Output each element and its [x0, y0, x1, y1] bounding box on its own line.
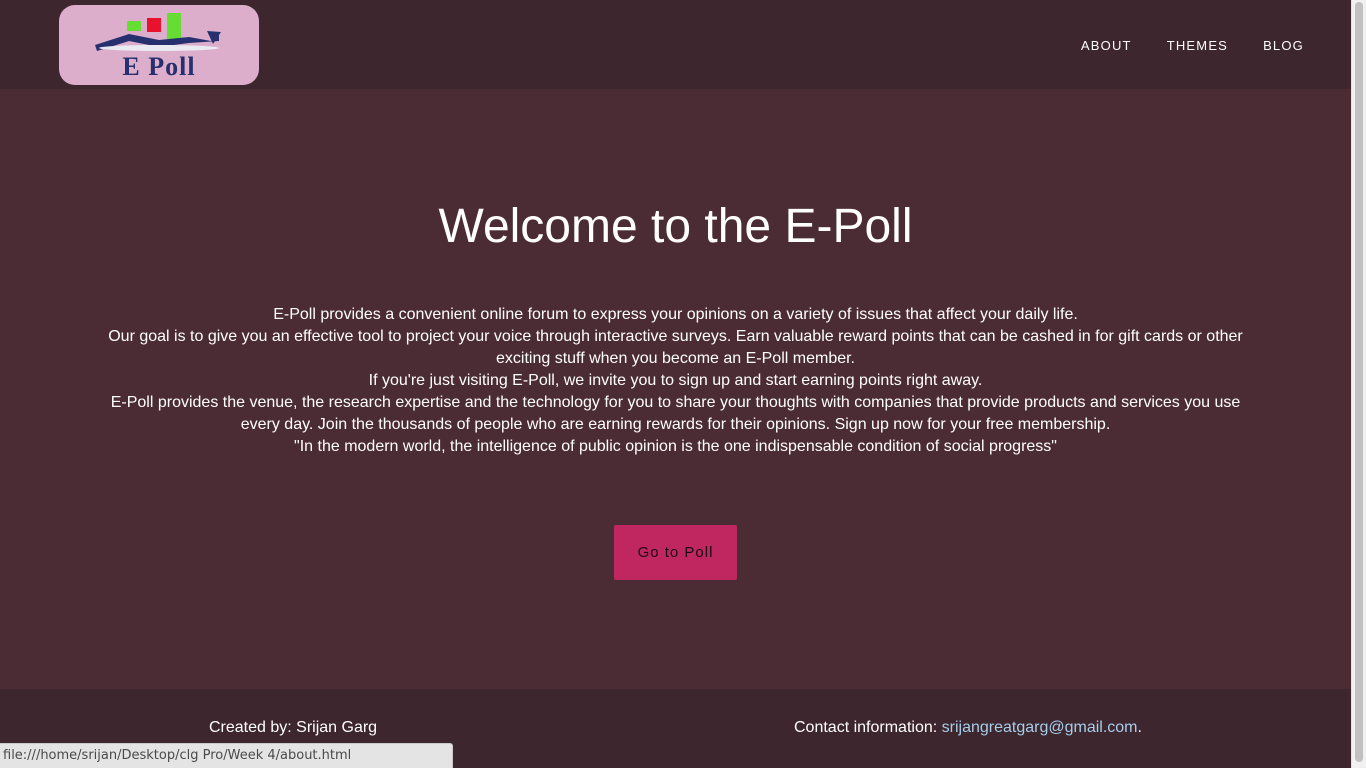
page: E Poll ABOUT THEMES BLOG Welcome to the …: [0, 0, 1366, 768]
hero-section: Welcome to the E-Poll E-Poll provides a …: [0, 89, 1351, 689]
hero-paragraph: E-Poll provides a convenient online foru…: [273, 306, 1078, 323]
logo[interactable]: E Poll: [59, 5, 259, 85]
hero-paragraph: Our goal is to give you an effective too…: [108, 328, 1243, 367]
contact-period: .: [1137, 719, 1142, 736]
vertical-scrollbar[interactable]: [1351, 0, 1366, 768]
footer-contact: Contact information: srijangreatgarg@gma…: [794, 719, 1142, 737]
logo-bar-green-small: [127, 21, 141, 31]
hero-paragraph: If you're just visiting E-Poll, we invit…: [368, 372, 983, 389]
browser-status-bar: file:///home/srijan/Desktop/clg Pro/Week…: [0, 743, 453, 768]
nav-about[interactable]: ABOUT: [1081, 38, 1132, 53]
main-nav: ABOUT THEMES BLOG: [1081, 38, 1304, 53]
hero-paragraph: E-Poll provides the venue, the research …: [110, 394, 1241, 433]
hero-description: E-Poll provides a convenient online foru…: [100, 304, 1251, 458]
logo-bar-green-tall: [167, 13, 181, 40]
nav-blog[interactable]: BLOG: [1263, 38, 1304, 53]
logo-text: E Poll: [122, 52, 195, 81]
nav-themes[interactable]: THEMES: [1167, 38, 1228, 53]
go-to-poll-button[interactable]: Go to Poll: [614, 525, 737, 580]
hero-title: Welcome to the E-Poll: [438, 200, 913, 253]
logo-graphic: E Poll: [95, 13, 221, 81]
scrollbar-thumb[interactable]: [1355, 2, 1363, 762]
logo-swoosh: [99, 45, 219, 51]
navbar: E Poll ABOUT THEMES BLOG: [0, 0, 1351, 89]
contact-email-link[interactable]: srijangreatgarg@gmail.com: [942, 719, 1138, 736]
contact-label: Contact information:: [794, 719, 942, 736]
hero-quote: "In the modern world, the intelligence o…: [294, 438, 1057, 455]
logo-bar-red: [147, 18, 161, 32]
footer-credit: Created by: Srijan Garg: [209, 719, 378, 736]
